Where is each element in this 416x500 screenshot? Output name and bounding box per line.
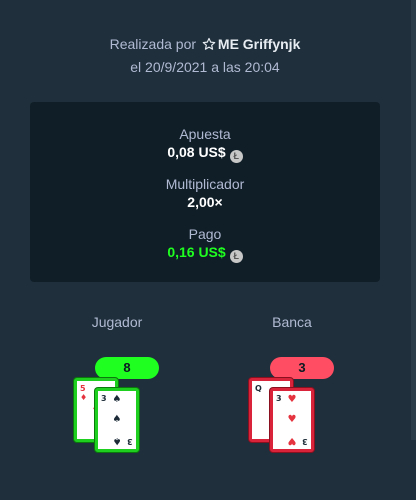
- card-rank: 3: [127, 437, 133, 446]
- bet-stat: Apuesta 0,08 US$ Ł: [30, 125, 380, 163]
- spade-icon: ♠: [112, 414, 122, 425]
- player-title: Jugador: [91, 314, 143, 330]
- multiplier-label: Multiplicador: [165, 176, 245, 192]
- card-rank: 3: [276, 394, 282, 403]
- player-score-badge: 8: [95, 357, 159, 379]
- bet-value: 0,08 US$: [167, 144, 226, 160]
- bet-value-row: 0,08 US$ Ł: [30, 143, 380, 163]
- made-by-prefix: Realizada por: [109, 36, 197, 52]
- card-rank: 3: [302, 437, 308, 446]
- banker-card-2: 3 ♥ ♥ ♥ 3: [270, 388, 314, 452]
- star-icon: [202, 36, 216, 57]
- heart-icon: ♥: [287, 394, 297, 405]
- card-rank: 5 ♦: [80, 384, 88, 402]
- username-link[interactable]: ME Griffynjk: [218, 36, 300, 52]
- multiplier-value: 2,00×: [187, 194, 223, 210]
- litecoin-icon: Ł: [229, 250, 243, 263]
- bet-label: Apuesta: [179, 126, 231, 142]
- banker-score-badge: 3: [270, 357, 334, 379]
- made-by-line: Realizada por ME Griffynjk: [0, 34, 410, 57]
- player-card-2: 3 ♠ ♠ ♠ 3: [95, 388, 139, 452]
- banker-title: Banca: [272, 314, 312, 330]
- bet-summary-panel: Apuesta 0,08 US$ Ł Multiplicador 2,00× Pa…: [30, 102, 380, 282]
- payout-label: Pago: [188, 226, 222, 242]
- payout-stat: Pago 0,16 US$ Ł: [30, 225, 380, 263]
- spade-icon: ♠: [112, 435, 122, 446]
- spade-icon: ♠: [112, 394, 122, 405]
- heart-icon: ♥: [287, 414, 297, 425]
- heart-icon: ♥: [287, 435, 297, 446]
- card-rank: 3: [101, 394, 107, 403]
- bet-header: Realizada por ME Griffynjk el 20/9/2021 …: [0, 34, 410, 78]
- payout-value-row: 0,16 US$ Ł: [30, 243, 380, 263]
- litecoin-icon: Ł: [229, 150, 243, 163]
- card-rank: Q: [255, 384, 262, 393]
- date-line: el 20/9/2021 a las 20:04: [130, 59, 280, 75]
- multiplier-stat: Multiplicador 2,00×: [30, 175, 380, 211]
- payout-value: 0,16 US$: [167, 244, 226, 260]
- scrollbar-track[interactable]: [411, 0, 416, 440]
